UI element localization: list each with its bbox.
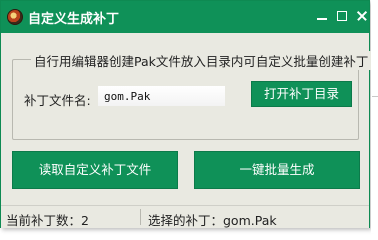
background-strip (371, 0, 378, 233)
minimize-button[interactable] (313, 7, 331, 25)
close-button[interactable] (353, 7, 371, 25)
game-logo-icon (7, 9, 23, 25)
patch-generator-window: 自定义生成补丁 自行用编辑器创建Pak文件放入目录内可自定义批量创建补丁 补丁文… (0, 0, 372, 228)
title-bar[interactable]: 自定义生成补丁 (1, 1, 369, 33)
filename-input[interactable] (98, 86, 225, 106)
status-bar: 当前补丁数：2 选择的补丁：gom.Pak (1, 205, 369, 228)
patch-count-status: 当前补丁数：2 (6, 213, 89, 228)
open-patch-dir-button[interactable]: 打开补丁目录 (251, 81, 352, 107)
maximize-icon (337, 11, 347, 21)
selected-patch-status: 选择的补丁：gom.Pak (148, 213, 277, 228)
read-custom-patch-button[interactable]: 读取自定义补丁文件 (12, 151, 178, 189)
group-title: 自行用编辑器创建Pak文件放入目录内可自定义批量创建补丁 (31, 51, 372, 70)
status-divider (140, 209, 141, 225)
window-title: 自定义生成补丁 (28, 12, 120, 27)
minimize-icon (317, 18, 327, 20)
close-icon (353, 7, 371, 25)
filename-label: 补丁文件名: (24, 93, 91, 108)
background-divider (372, 96, 378, 97)
batch-generate-button[interactable]: 一键批量生成 (194, 151, 360, 189)
maximize-button[interactable] (333, 7, 351, 25)
